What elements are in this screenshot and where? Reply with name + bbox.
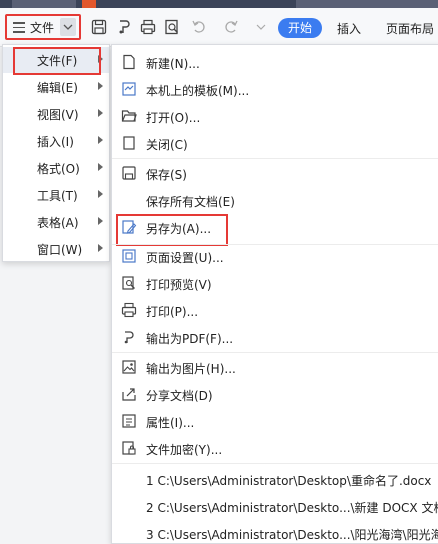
hamburger-icon [13,22,25,33]
menu-item-tools[interactable]: 工具(T) [3,182,109,208]
menu-item-print[interactable]: 打印(P)... [112,297,438,324]
menu-separator [112,463,438,464]
menu-item-print-preview[interactable]: 打印预览(V) [112,270,438,297]
chevron-right-icon [98,244,103,252]
format-painter-icon[interactable] [115,18,133,36]
file-menu-button[interactable]: 文件 [5,14,81,40]
file-submenu: 新建(N)... 本机上的模板(M)... 打开(O)... 关闭(C) 保存(… [111,44,438,544]
chevron-right-icon [98,109,103,117]
menu-item-label: 关闭(C) [146,138,188,152]
menu-item-label: 插入(I) [37,135,74,149]
menu-item-export-pdf[interactable]: 输出为PDF(F)... [112,324,438,351]
undo-icon[interactable] [190,18,208,36]
chevron-right-icon [98,136,103,144]
menu-item-label: 打印预览(V) [146,278,212,292]
menu-item-export-image[interactable]: 输出为图片(H)... [112,354,438,381]
menu-item-close[interactable]: 关闭(C) [112,130,438,157]
print-preview-icon [121,275,137,291]
menu-item-template[interactable]: 本机上的模板(M)... [112,76,438,103]
file-dropdown-button[interactable] [60,18,76,36]
menu-item-label: 页面设置(U)... [146,251,224,265]
chevron-right-icon [98,163,103,171]
file-menu-label: 文件 [30,21,55,35]
menu-item-insert[interactable]: 插入(I) [3,128,109,154]
menu-item-open[interactable]: 打开(O)... [112,103,438,130]
menu-item-label: 窗口(W) [37,243,83,257]
menu-separator [112,158,438,159]
save-as-icon [121,219,137,235]
chevron-right-icon [98,82,103,90]
menu-item-file[interactable]: 文件(F) [3,47,109,75]
menu-item-new[interactable]: 新建(N)... [112,49,438,76]
window-tab[interactable] [296,0,438,8]
redo-icon[interactable] [222,18,240,36]
menu-item-share[interactable]: 分享文档(D) [112,381,438,408]
close-doc-icon [121,135,137,151]
page-setup-icon [121,248,137,264]
print-preview-icon[interactable] [163,18,181,36]
export-image-icon [121,359,137,375]
main-menu: 文件(F) 编辑(E) 视图(V) 插入(I) 格式(O) 工具(T) 表格(A… [2,44,110,262]
chevron-down-icon [63,24,73,30]
menu-item-label: 表格(A) [37,216,79,230]
menu-item-label: 本机上的模板(M)... [146,84,250,98]
tab-insert[interactable]: 插入 [337,20,361,37]
share-icon [121,386,137,402]
print-icon[interactable] [139,18,157,36]
quick-toolbar: 文件 开始 插入 页面布局 [0,8,438,47]
template-icon [121,81,137,97]
menu-separator [112,352,438,353]
menu-item-label: 打开(O)... [146,111,201,125]
save-icon[interactable] [90,18,108,36]
menu-item-page-setup[interactable]: 页面设置(U)... [112,243,438,270]
menu-item-label: 保存(S) [146,168,187,182]
new-doc-icon [121,54,137,70]
toolbar-more-icon[interactable] [252,18,270,36]
menu-item-encrypt[interactable]: 文件加密(Y)... [112,435,438,462]
menu-item-format[interactable]: 格式(O) [3,155,109,181]
tab-page-layout[interactable]: 页面布局 [386,20,434,37]
recent-file-item[interactable]: 3 C:\Users\Administrator\Deskto...\阳光海湾\… [146,526,438,543]
menu-item-save-all[interactable]: 保存所有文档(E) [112,187,438,214]
menu-item-properties[interactable]: 属性(I)... [112,408,438,435]
menu-item-label: 分享文档(D) [146,389,213,403]
recent-file-item[interactable]: 1 C:\Users\Administrator\Desktop\重命名了.do… [146,472,431,489]
chevron-right-icon [98,190,103,198]
print-icon [121,302,137,318]
menu-item-label: 格式(O) [37,162,80,176]
menu-item-table[interactable]: 表格(A) [3,209,109,235]
menu-item-label: 输出为PDF(F)... [146,332,234,346]
menu-item-label: 另存为(A)... [146,222,212,236]
highlight-box [13,47,101,75]
encrypt-icon [121,440,137,456]
properties-icon [121,413,137,429]
menu-item-label: 编辑(E) [37,81,78,95]
menu-item-save-as[interactable]: 另存为(A)... [112,214,438,246]
menu-item-view[interactable]: 视图(V) [3,101,109,127]
menu-item-label: 新建(N)... [146,57,200,71]
menu-item-label: 打印(P)... [146,305,199,319]
tab-start[interactable]: 开始 [278,18,322,38]
window-tab[interactable] [12,0,76,8]
export-pdf-icon [121,329,137,345]
chevron-right-icon [98,217,103,225]
menu-item-save[interactable]: 保存(S) [112,160,438,187]
menu-item-window[interactable]: 窗口(W) [3,236,109,262]
menu-item-edit[interactable]: 编辑(E) [3,74,109,100]
menu-item-label: 保存所有文档(E) [146,195,235,209]
save-icon [121,165,137,181]
app-tab-icon[interactable] [82,0,96,8]
window-tab-strip [0,0,438,8]
menu-item-label: 输出为图片(H)... [146,362,236,376]
recent-file-item[interactable]: 2 C:\Users\Administrator\Deskto...\新建 DO… [146,499,438,516]
open-folder-icon [121,108,137,124]
menu-item-label: 属性(I)... [146,416,195,430]
menu-item-label: 文件加密(Y)... [146,443,223,457]
menu-item-label: 工具(T) [37,189,78,203]
menu-item-label: 视图(V) [37,108,79,122]
